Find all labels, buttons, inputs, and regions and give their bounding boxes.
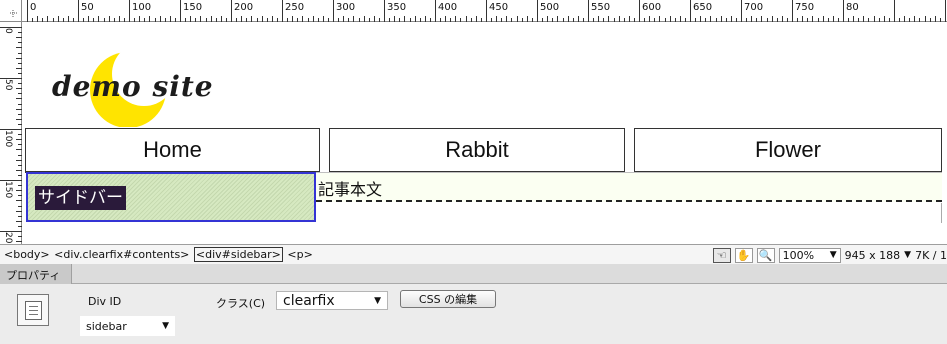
chevron-down-icon: ▼	[829, 250, 837, 260]
ruler-label: 550	[591, 2, 610, 13]
ruler-label: 80	[846, 2, 859, 13]
edit-css-button[interactable]: CSS の編集	[400, 290, 496, 308]
chevron-down-icon: ▼	[162, 321, 169, 331]
status-tools: ☜ ✋ 🔍 100% ▼ 945 x 188 ▼ 7K / 1	[712, 247, 947, 263]
site-logo[interactable]: demo site	[22, 22, 322, 128]
ruler-top-ticks: 0 50 100 150 200 250 300 350 400 450 500 550 600 650 7…	[27, 0, 946, 22]
tag-div-contents[interactable]: <div.clearfix#contents>	[54, 248, 189, 261]
div-id-label: Div ID	[88, 295, 122, 308]
class-select[interactable]: clearfix ▼	[276, 291, 388, 310]
div-id-select[interactable]: sidebar ▼	[80, 316, 175, 336]
zoom-tool-icon[interactable]: 🔍	[756, 247, 775, 263]
ruler-label: 50	[3, 79, 13, 91]
design-canvas[interactable]: demo site Home Rabbit Flower サイドバー 記事本文	[22, 22, 947, 244]
status-bar: <body> <div.clearfix#contents> <div#side…	[0, 244, 947, 264]
ruler-label: 100	[3, 130, 13, 147]
zoom-select[interactable]: 100% ▼	[778, 247, 841, 263]
div-doc-line	[29, 306, 38, 307]
ruler-top[interactable]: 0 50 100 150 200 250 300 350 400 450 500 550 600 650 7…	[0, 0, 947, 22]
div-id-value: sidebar	[86, 319, 127, 333]
class-value: clearfix	[283, 292, 335, 309]
properties-panel: Div ID クラス(C) clearfix ▼ CSS の編集 sidebar…	[0, 284, 947, 344]
ruler-label: 650	[693, 2, 712, 13]
ruler-label: 350	[387, 2, 406, 13]
contents-text[interactable]: 記事本文	[318, 176, 382, 200]
ruler-label: 700	[744, 2, 763, 13]
nav-rabbit[interactable]: Rabbit	[329, 128, 625, 173]
ruler-label: 150	[3, 181, 13, 198]
logo-text: demo site	[52, 70, 214, 103]
ruler-label: 600	[642, 2, 661, 13]
ruler-label: 200	[3, 232, 13, 244]
ruler-label: 200	[234, 2, 253, 13]
tag-p[interactable]: <p>	[287, 248, 312, 261]
ruler-label: 500	[540, 2, 559, 13]
sidebar-text[interactable]: サイドバー	[35, 186, 126, 210]
contents-div[interactable]: 記事本文	[316, 172, 942, 202]
ruler-left-ticks: 0 50 100 150 200	[0, 27, 22, 249]
ruler-label: 250	[285, 2, 304, 13]
tab-properties[interactable]: プロパティ	[0, 264, 72, 284]
file-size: 7K / 1	[915, 248, 947, 262]
ruler-label: 150	[183, 2, 202, 13]
select-tool-icon[interactable]: ☜	[712, 247, 731, 263]
tag-div-sidebar[interactable]: <div#sidebar>	[193, 247, 283, 262]
ruler-label: 300	[336, 2, 355, 13]
class-label: クラス(C)	[216, 297, 266, 310]
sidebar-div-selected[interactable]: サイドバー	[26, 172, 316, 222]
window-size-chevron-icon[interactable]: ▼	[904, 250, 911, 260]
div-doc-shape	[25, 301, 42, 320]
global-nav: Home Rabbit Flower	[25, 128, 943, 173]
ruler-label: 0	[30, 2, 36, 13]
div-doc-line	[29, 314, 38, 315]
nav-flower[interactable]: Flower	[634, 128, 942, 173]
contents-guide	[316, 203, 942, 223]
ruler-label: 400	[438, 2, 457, 13]
div-doc-line	[29, 310, 38, 311]
chevron-down-icon: ▼	[374, 295, 381, 306]
ruler-left[interactable]: 0 50 100 150 200	[0, 22, 22, 249]
properties-panel-header: プロパティ	[0, 264, 947, 284]
tag-selector: <body> <div.clearfix#contents> <div#side…	[4, 247, 314, 262]
hand-tool-icon[interactable]: ✋	[734, 247, 753, 263]
ruler-label: 100	[132, 2, 151, 13]
ruler-label: 750	[795, 2, 814, 13]
zoom-value: 100%	[782, 248, 815, 262]
div-element-icon	[17, 294, 49, 326]
window-size[interactable]: 945 x 188	[845, 249, 901, 262]
ruler-origin[interactable]	[0, 0, 22, 22]
ruler-label: 450	[489, 2, 508, 13]
ruler-label: 50	[81, 2, 94, 13]
ruler-label: 0	[3, 28, 13, 34]
ruler-origin-icon	[10, 10, 18, 18]
tag-body[interactable]: <body>	[4, 248, 50, 261]
nav-home[interactable]: Home	[25, 128, 320, 173]
